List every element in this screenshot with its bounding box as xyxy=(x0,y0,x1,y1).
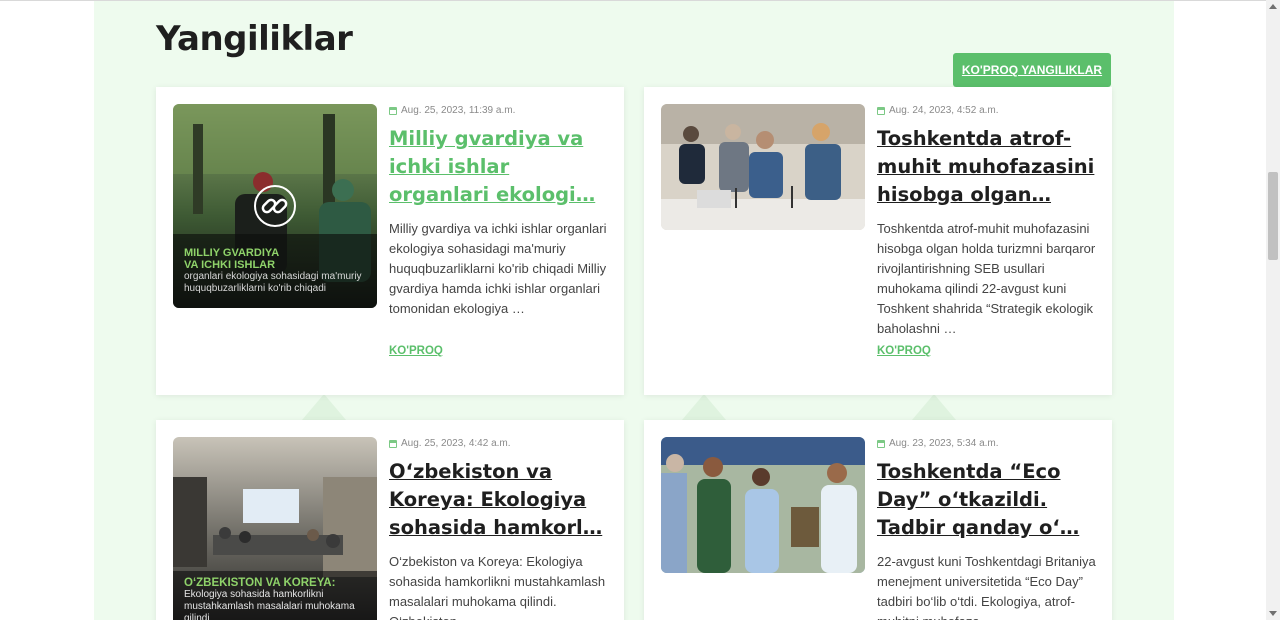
calendar-icon xyxy=(877,106,885,115)
background-tree-shape xyxy=(682,394,726,420)
news-title-link[interactable]: Toshkentda “Eco Day” o‘tkazildi. Tadbir … xyxy=(877,458,1097,544)
calendar-icon xyxy=(389,439,397,448)
news-title-link[interactable]: Milliy gvardiya va ichki ishlar organlar… xyxy=(389,125,609,211)
news-date-text: Aug. 24, 2023, 4:52 a.m. xyxy=(889,105,999,116)
news-card: MILLIY GVARDIYA VA ICHKI ISHLAR organlar… xyxy=(156,87,624,395)
news-date: Aug. 24, 2023, 4:52 a.m. xyxy=(877,105,999,116)
news-excerpt: Toshkentda atrof-muhit muhofazasini hiso… xyxy=(877,221,1096,336)
news-date: Aug. 25, 2023, 11:39 a.m. xyxy=(389,105,515,116)
news-image[interactable] xyxy=(661,437,865,573)
news-excerpt: Milliy gvardiya va ichki ishlar organlar… xyxy=(389,221,607,316)
calendar-icon xyxy=(389,106,397,115)
image-caption-heading: MILLIY GVARDIYA VA ICHKI ISHLAR xyxy=(184,247,279,271)
page-scrollbar[interactable] xyxy=(1266,0,1280,620)
news-image[interactable]: O‘ZBEKISTON VA KOREYA: Ekologiya sohasid… xyxy=(173,437,377,620)
news-excerpt: O‘zbekiston va Koreya: Ekologiya sohasid… xyxy=(389,554,606,620)
calendar-icon xyxy=(877,439,885,448)
scrollbar-thumb[interactable] xyxy=(1268,172,1278,260)
news-date: Aug. 23, 2023, 5:34 a.m. xyxy=(877,438,999,449)
news-photo-conference xyxy=(661,104,865,230)
news-date-text: Aug. 25, 2023, 11:39 a.m. xyxy=(401,105,516,116)
image-caption: MILLIY GVARDIYA VA ICHKI ISHLAR organlar… xyxy=(184,247,374,295)
read-more-link[interactable]: KO'PROQ xyxy=(389,345,443,357)
scroll-up-arrow-icon[interactable] xyxy=(1269,4,1277,9)
news-date-text: Aug. 23, 2023, 5:34 a.m. xyxy=(889,438,999,449)
news-photo-eco-day xyxy=(661,437,865,573)
read-more-link[interactable]: KO'PROQ xyxy=(877,345,931,357)
image-caption-heading: O‘ZBEKISTON VA KOREYA: xyxy=(184,577,336,589)
section-title: Yangiliklar xyxy=(156,19,353,59)
news-section: Yangiliklar KO'PROQ YANGILIKLAR MILLIY G… xyxy=(94,1,1174,620)
image-caption-text: organlari ekologiya sohasidagi ma'muriy … xyxy=(184,271,362,294)
news-image[interactable] xyxy=(661,104,865,230)
news-card: Aug. 23, 2023, 5:34 a.m. Toshkentda “Eco… xyxy=(644,420,1112,620)
news-title-link[interactable]: O‘zbekiston va Koreya: Ekologiya sohasid… xyxy=(389,458,609,544)
news-date-text: Aug. 25, 2023, 4:42 a.m. xyxy=(401,438,511,449)
news-image[interactable]: MILLIY GVARDIYA VA ICHKI ISHLAR organlar… xyxy=(173,104,377,308)
background-tree-shape xyxy=(912,394,956,420)
scroll-down-arrow-icon[interactable] xyxy=(1269,611,1277,616)
more-news-button[interactable]: KO'PROQ YANGILIKLAR xyxy=(953,53,1111,87)
image-caption: O‘ZBEKISTON VA KOREYA: Ekologiya sohasid… xyxy=(184,577,364,620)
news-card: O‘ZBEKISTON VA KOREYA: Ekologiya sohasid… xyxy=(156,420,624,620)
news-excerpt: 22-avgust kuni Toshkentdagi Britaniya me… xyxy=(877,554,1096,620)
news-date: Aug. 25, 2023, 4:42 a.m. xyxy=(389,438,511,449)
background-tree-shape xyxy=(302,394,346,420)
news-card: Aug. 24, 2023, 4:52 a.m. Toshkentda atro… xyxy=(644,87,1112,395)
news-title-link[interactable]: Toshkentda atrof-muhit muhofazasini hiso… xyxy=(877,125,1097,211)
image-caption-text: Ekologiya sohasida hamkorlikni mustahkam… xyxy=(184,589,355,620)
